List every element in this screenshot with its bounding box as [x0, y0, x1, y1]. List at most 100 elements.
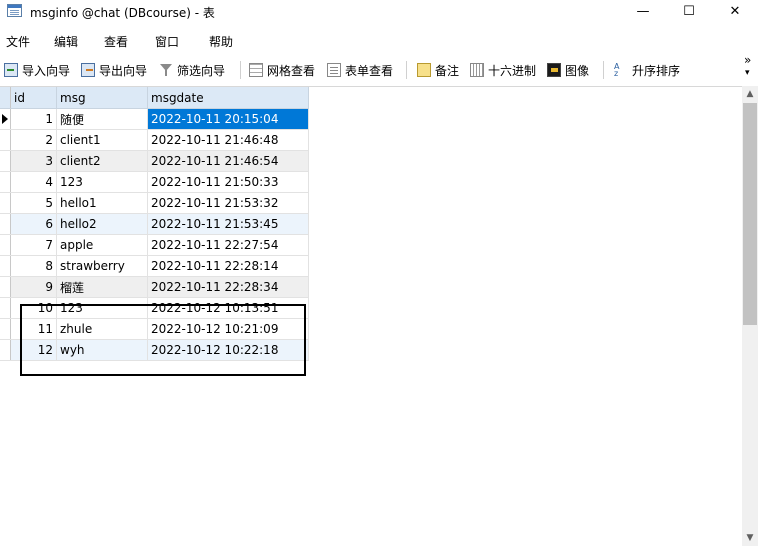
grid-view-button[interactable]: 网格查看	[249, 61, 315, 79]
table-row[interactable]: 10 123 2022-10-12 10:13:51	[0, 297, 309, 319]
cell-msgdate[interactable]: 2022-10-11 21:53:32	[147, 192, 309, 214]
cell-id[interactable]: 2	[10, 129, 57, 151]
scroll-down-icon[interactable]: ▼	[742, 530, 758, 546]
cell-id[interactable]: 4	[10, 171, 57, 193]
row-header[interactable]	[0, 318, 11, 340]
menu-edit[interactable]: 编辑	[54, 33, 78, 50]
menu-help[interactable]: 帮助	[209, 33, 233, 50]
cell-msg[interactable]: client1	[56, 129, 148, 151]
cell-msgdate[interactable]: 2022-10-12 10:21:09	[147, 318, 309, 340]
cell-msg[interactable]: hello2	[56, 213, 148, 235]
export-icon	[81, 63, 95, 77]
filter-wizard-button[interactable]: 筛选向导	[159, 61, 225, 79]
row-header[interactable]	[0, 339, 11, 361]
cell-msg[interactable]: client2	[56, 150, 148, 172]
table-row[interactable]: 9 榴莲 2022-10-11 22:28:34	[0, 276, 309, 298]
table-row[interactable]: 11 zhule 2022-10-12 10:21:09	[0, 318, 309, 340]
table-row[interactable]: 2 client1 2022-10-11 21:46:48	[0, 129, 309, 151]
export-wizard-button[interactable]: 导出向导	[81, 61, 147, 79]
form-view-button[interactable]: 表单查看	[327, 61, 393, 79]
column-header-id[interactable]: id	[10, 87, 57, 109]
close-button[interactable]: ✕	[712, 0, 758, 24]
cell-msgdate[interactable]: 2022-10-11 22:28:34	[147, 276, 309, 298]
table-row[interactable]: 8 strawberry 2022-10-11 22:28:14	[0, 255, 309, 277]
toolbar-divider	[406, 61, 407, 79]
row-header[interactable]	[0, 129, 11, 151]
data-grid: id msg msgdate 1 随便 2022-10-11 20:15:04 2 cl…	[0, 86, 742, 547]
table-row[interactable]: 6 hello2 2022-10-11 21:53:45	[0, 213, 309, 235]
cell-msgdate[interactable]: 2022-10-11 21:46:48	[147, 129, 309, 151]
sort-asc-label: 升序排序	[632, 63, 681, 78]
cell-msg[interactable]: apple	[56, 234, 148, 256]
cell-msg[interactable]: strawberry	[56, 255, 148, 277]
cell-msg[interactable]: wyh	[56, 339, 148, 361]
toolbar-dropdown-icon[interactable]: ▾	[745, 68, 750, 78]
table-row[interactable]: 1 随便 2022-10-11 20:15:04	[0, 108, 309, 130]
scroll-up-icon[interactable]: ▲	[742, 86, 758, 102]
menu-file[interactable]: 文件	[6, 33, 30, 50]
memo-button[interactable]: 备注	[417, 61, 459, 79]
table-icon	[7, 4, 22, 17]
cell-msg[interactable]: hello1	[56, 192, 148, 214]
toolbar: 导入向导 导出向导 筛选向导 网格查看 表单查看 备注 十六进制 图像 Az 升…	[0, 53, 758, 84]
cell-msgdate[interactable]: 2022-10-11 21:50:33	[147, 171, 309, 193]
cell-id[interactable]: 5	[10, 192, 57, 214]
maximize-button[interactable]: ☐	[666, 0, 712, 24]
hex-label: 十六进制	[488, 63, 537, 78]
row-header[interactable]	[0, 213, 11, 235]
row-header[interactable]	[0, 171, 11, 193]
form-view-label: 表单查看	[345, 63, 394, 78]
import-wizard-button[interactable]: 导入向导	[4, 61, 70, 79]
sort-asc-button[interactable]: Az 升序排序	[614, 61, 680, 79]
table-row[interactable]: 4 123 2022-10-11 21:50:33	[0, 171, 309, 193]
window-title: msginfo @chat (DBcourse) - 表	[30, 6, 215, 20]
cell-id[interactable]: 1	[10, 108, 57, 130]
cell-id[interactable]: 3	[10, 150, 57, 172]
cell-msg[interactable]: 123	[56, 297, 148, 319]
cell-msgdate[interactable]: 2022-10-11 21:53:45	[147, 213, 309, 235]
grid-header-row: id msg msgdate	[0, 87, 309, 109]
cell-msgdate[interactable]: 2022-10-12 10:22:18	[147, 339, 309, 361]
cell-id[interactable]: 11	[10, 318, 57, 340]
cell-id[interactable]: 8	[10, 255, 57, 277]
row-header[interactable]	[0, 297, 11, 319]
row-header[interactable]	[0, 108, 11, 130]
scroll-thumb[interactable]	[743, 103, 757, 325]
row-header[interactable]	[0, 255, 11, 277]
column-header-msgdate[interactable]: msgdate	[147, 87, 309, 109]
image-button[interactable]: 图像	[547, 61, 589, 79]
cell-msgdate[interactable]: 2022-10-11 20:15:04	[147, 108, 309, 130]
cell-msg[interactable]: zhule	[56, 318, 148, 340]
table-row[interactable]: 7 apple 2022-10-11 22:27:54	[0, 234, 309, 256]
row-header[interactable]	[0, 276, 11, 298]
column-header-msg[interactable]: msg	[56, 87, 148, 109]
table-row[interactable]: 3 client2 2022-10-11 21:46:54	[0, 150, 309, 172]
cell-msgdate[interactable]: 2022-10-12 10:13:51	[147, 297, 309, 319]
memo-label: 备注	[435, 63, 460, 78]
cell-msg[interactable]: 榴莲	[56, 276, 148, 298]
menu-view[interactable]: 查看	[104, 33, 128, 50]
toolbar-overflow-icon[interactable]: »	[744, 53, 751, 67]
row-header[interactable]	[0, 150, 11, 172]
menu-window[interactable]: 窗口	[155, 33, 179, 50]
cell-msg[interactable]: 123	[56, 171, 148, 193]
table-row[interactable]: 5 hello1 2022-10-11 21:53:32	[0, 192, 309, 214]
filter-wizard-label: 筛选向导	[177, 63, 226, 78]
cell-msgdate[interactable]: 2022-10-11 21:46:54	[147, 150, 309, 172]
grid-icon	[249, 63, 263, 77]
cell-msgdate[interactable]: 2022-10-11 22:28:14	[147, 255, 309, 277]
cell-id[interactable]: 6	[10, 213, 57, 235]
vertical-scrollbar[interactable]: ▲ ▼	[742, 86, 758, 546]
table-row[interactable]: 12 wyh 2022-10-12 10:22:18	[0, 339, 309, 361]
cell-id[interactable]: 7	[10, 234, 57, 256]
minimize-button[interactable]: —	[620, 0, 666, 24]
cell-msgdate[interactable]: 2022-10-11 22:27:54	[147, 234, 309, 256]
row-header[interactable]	[0, 234, 11, 256]
hex-button[interactable]: 十六进制	[470, 61, 536, 79]
cell-id[interactable]: 12	[10, 339, 57, 361]
cell-msg[interactable]: 随便	[56, 108, 148, 130]
cell-id[interactable]: 10	[10, 297, 57, 319]
import-icon	[4, 63, 18, 77]
row-header[interactable]	[0, 192, 11, 214]
cell-id[interactable]: 9	[10, 276, 57, 298]
